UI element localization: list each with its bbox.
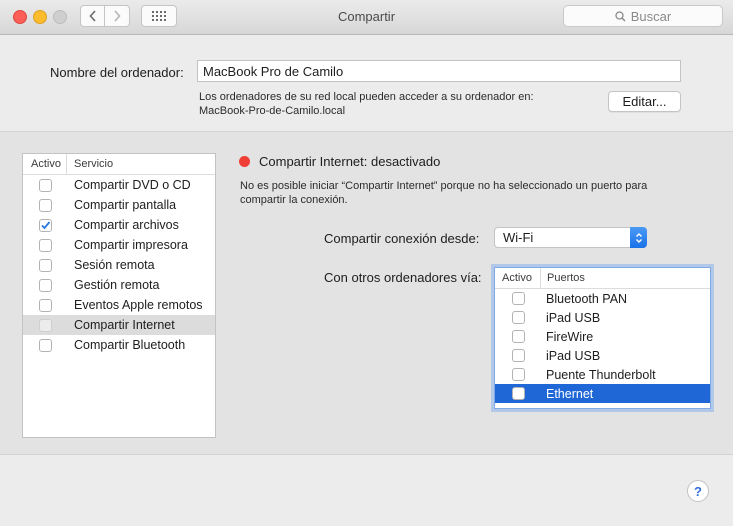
checkbox-cell [23,298,67,312]
service-row[interactable]: Compartir DVD o CD [23,175,215,195]
service-label: Compartir pantalla [74,198,177,212]
checkbox-cell [495,349,541,362]
computer-name-label: Nombre del ordenador: [50,65,184,80]
checkbox-cell [23,258,67,272]
service-row[interactable]: Gestión remota [23,275,215,295]
checkmark-icon [40,220,50,229]
checkbox-cell [23,318,67,332]
checkbox-cell [495,368,541,381]
port-label: FireWire [546,329,594,344]
checkbox-cell [23,278,67,292]
column-header-active[interactable]: Activo [495,268,541,288]
service-row[interactable]: Eventos Apple remotos [23,295,215,315]
share-from-popup[interactable]: Wi-Fi [494,227,647,248]
service-label: Eventos Apple remotos [74,298,203,312]
service-label: Compartir archivos [74,218,179,232]
title-bar: Compartir Buscar [0,0,733,35]
checkbox[interactable] [38,278,52,292]
service-label: Compartir Bluetooth [74,338,186,352]
port-row[interactable]: FireWire [495,327,710,346]
checkbox-cell [23,198,67,212]
edit-button[interactable]: Editar... [608,91,681,112]
service-row[interactable]: Compartir pantalla [23,195,215,215]
status-indicator-dot [239,156,250,167]
checkbox[interactable] [38,258,52,272]
search-placeholder: Buscar [630,8,672,24]
checkbox[interactable] [511,292,525,305]
services-list: Activo Servicio Compartir DVD o CD Compar… [22,153,216,438]
service-label: Compartir Internet [74,318,175,332]
port-row[interactable]: Ethernet [495,384,710,403]
sharing-window: Compartir Buscar Nombre del ordenador: M… [0,0,733,526]
service-label: Compartir DVD o CD [74,178,191,192]
port-row[interactable]: iPad USB [495,346,710,365]
column-header-service[interactable]: Servicio [67,154,113,174]
column-header-active[interactable]: Activo [23,154,67,174]
checkbox-cell [23,238,67,252]
checkbox-cell [495,387,541,400]
local-address-info: Los ordenadores de su red local pueden a… [199,90,534,118]
service-label: Sesión remota [74,258,155,272]
checkbox[interactable] [38,238,52,252]
divider [0,454,733,455]
service-label: Gestión remota [74,278,160,292]
status-description-line: No es posible iniciar “Compartir Interne… [240,180,648,192]
port-label: iPad USB [546,310,601,325]
status-description: No es posible iniciar “Compartir Interne… [240,179,700,207]
share-via-label: Con otros ordenadores vía: [324,270,482,285]
checkbox[interactable] [511,330,525,343]
port-label: iPad USB [546,348,601,363]
share-from-label: Compartir conexión desde: [324,231,480,246]
service-row[interactable]: Sesión remota [23,255,215,275]
service-row[interactable]: Compartir Internet [23,315,215,335]
checkbox[interactable] [38,318,52,332]
services-list-header: Activo Servicio [23,154,215,175]
checkbox[interactable] [38,218,52,232]
updown-arrows-icon [630,227,647,248]
port-row[interactable]: iPad USB [495,308,710,327]
checkbox[interactable] [511,311,525,324]
service-row[interactable]: Compartir archivos [23,215,215,235]
service-row[interactable]: Compartir impresora [23,235,215,255]
checkbox[interactable] [511,368,525,381]
local-address-description: Los ordenadores de su red local pueden a… [199,91,534,103]
port-row[interactable]: Bluetooth PAN [495,289,710,308]
help-button[interactable]: ? [687,480,709,502]
search-icon [615,10,626,21]
port-label: Bluetooth PAN [546,291,628,306]
port-row[interactable]: Puente Thunderbolt [495,365,710,384]
checkbox[interactable] [38,298,52,312]
checkbox[interactable] [38,178,52,192]
checkbox[interactable] [38,198,52,212]
checkbox-cell [495,311,541,324]
service-row[interactable]: Compartir Bluetooth [23,335,215,355]
checkbox-cell [23,178,67,192]
port-label: Puente Thunderbolt [546,367,656,382]
internet-sharing-status: Compartir Internet: desactivado [259,154,441,169]
port-label: Ethernet [546,386,594,401]
computer-name-field[interactable]: MacBook Pro de Camilo [197,60,681,82]
local-hostname: MacBook-Pro-de-Camilo.local [199,105,346,117]
checkbox[interactable] [38,338,52,352]
checkbox-cell [495,292,541,305]
service-label: Compartir impresora [74,238,188,252]
checkbox[interactable] [511,349,525,362]
checkbox-cell [23,218,67,232]
column-header-ports[interactable]: Puertos [541,268,585,288]
ports-list-header: Activo Puertos [495,268,710,289]
status-description-line: compartir la conexión. [240,194,348,206]
checkbox-cell [23,338,67,352]
checkbox[interactable] [511,387,525,400]
ports-list: Activo Puertos Bluetooth PAN iPad USB Fire… [494,267,711,409]
checkbox-cell [495,330,541,343]
search-field[interactable]: Buscar [563,5,723,27]
share-from-value: Wi-Fi [503,230,534,245]
